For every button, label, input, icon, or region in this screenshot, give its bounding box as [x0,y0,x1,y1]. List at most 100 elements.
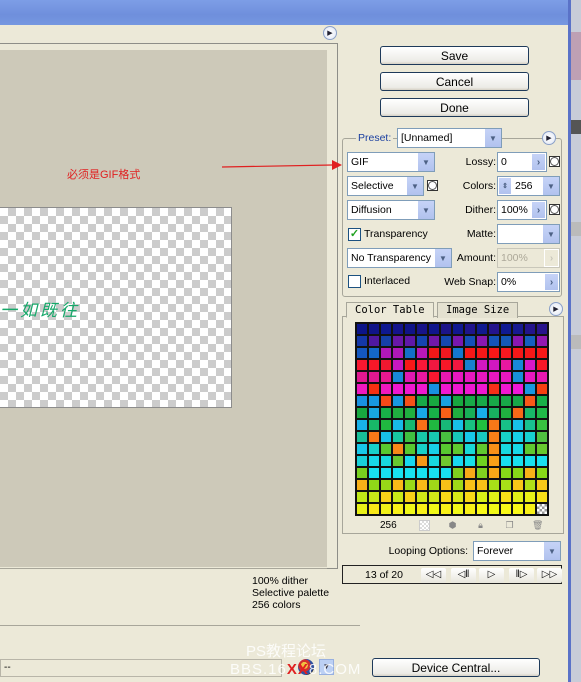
color-swatch[interactable] [488,431,500,443]
color-swatch[interactable] [392,431,404,443]
color-swatch[interactable] [416,443,428,455]
color-swatch[interactable] [416,395,428,407]
amount-input[interactable]: 100% › [497,248,560,268]
tab-image-size[interactable]: Image Size [437,302,519,318]
color-swatch[interactable] [404,503,416,515]
transparent-swatch[interactable] [536,503,548,515]
color-swatch[interactable] [356,395,368,407]
color-swatch[interactable] [356,335,368,347]
color-swatch[interactable] [488,479,500,491]
color-swatch[interactable] [368,479,380,491]
color-swatch[interactable] [476,443,488,455]
color-swatch[interactable] [464,455,476,467]
color-swatch[interactable] [500,479,512,491]
color-swatch[interactable] [356,503,368,515]
color-swatch[interactable] [392,479,404,491]
color-swatch[interactable] [452,503,464,515]
color-swatch[interactable] [476,419,488,431]
color-swatch[interactable] [464,359,476,371]
color-swatch[interactable] [440,467,452,479]
color-swatch[interactable] [368,395,380,407]
color-swatch[interactable] [404,371,416,383]
color-swatch[interactable] [452,455,464,467]
next-frame-button[interactable]: ‖▷ [509,568,534,583]
color-swatch[interactable] [536,395,548,407]
color-swatch[interactable] [368,467,380,479]
play-button[interactable]: ▷ [479,568,504,583]
color-swatch[interactable] [404,431,416,443]
color-swatch[interactable] [404,347,416,359]
color-swatch[interactable] [356,443,368,455]
color-swatch[interactable] [464,479,476,491]
color-swatch[interactable] [524,491,536,503]
image-preview[interactable]: 一如既往 [0,207,232,408]
color-swatch[interactable] [512,467,524,479]
color-swatch[interactable] [452,383,464,395]
color-swatch[interactable] [500,407,512,419]
color-swatch[interactable] [452,443,464,455]
color-swatch[interactable] [452,395,464,407]
color-swatch[interactable] [476,323,488,335]
color-swatch[interactable] [476,407,488,419]
color-swatch[interactable] [356,359,368,371]
color-swatch[interactable] [380,335,392,347]
color-swatch[interactable] [452,371,464,383]
color-swatch[interactable] [488,347,500,359]
color-swatch[interactable] [464,323,476,335]
color-swatch[interactable] [356,431,368,443]
color-swatch[interactable] [500,359,512,371]
color-swatch[interactable] [428,371,440,383]
color-swatch[interactable] [536,479,548,491]
color-swatch[interactable] [476,467,488,479]
color-swatch[interactable] [416,431,428,443]
transparency-checkbox[interactable]: ✓ [348,228,361,241]
color-swatch[interactable] [524,407,536,419]
color-swatch[interactable] [536,335,548,347]
color-swatch[interactable] [404,491,416,503]
color-swatch[interactable] [440,455,452,467]
color-swatch[interactable] [512,491,524,503]
color-swatch[interactable] [404,323,416,335]
color-swatch[interactable] [416,383,428,395]
color-swatch[interactable] [416,359,428,371]
color-swatch[interactable] [416,491,428,503]
interlaced-checkbox[interactable] [348,275,361,288]
previous-frame-button[interactable]: ◁‖ [451,568,476,583]
color-swatch[interactable] [428,419,440,431]
color-swatch[interactable] [392,383,404,395]
color-swatch[interactable] [488,503,500,515]
color-swatch[interactable] [380,359,392,371]
color-swatch[interactable] [428,347,440,359]
color-swatch[interactable] [380,467,392,479]
color-swatch[interactable] [464,371,476,383]
color-swatch[interactable] [536,371,548,383]
color-swatch[interactable] [488,443,500,455]
chevron-right-icon[interactable]: › [544,273,559,291]
color-swatch[interactable] [476,503,488,515]
tab-color-table[interactable]: Color Table [346,302,434,318]
color-swatch[interactable] [356,491,368,503]
dither-mask-button[interactable] [549,204,560,215]
color-swatch[interactable] [500,443,512,455]
stepper-icon[interactable]: ⇕ [498,177,512,195]
color-swatch[interactable] [512,419,524,431]
lossy-mask-button[interactable] [549,156,560,167]
color-swatch[interactable] [500,467,512,479]
preset-select[interactable]: [Unnamed] ▼ [397,128,502,148]
color-swatch[interactable] [524,395,536,407]
color-swatch[interactable] [536,407,548,419]
color-swatch[interactable] [380,491,392,503]
color-swatch[interactable] [524,323,536,335]
color-swatch[interactable] [440,491,452,503]
color-swatch[interactable] [512,323,524,335]
color-swatch[interactable] [368,383,380,395]
device-central-button[interactable]: Device Central... [372,658,540,677]
color-swatch[interactable] [488,491,500,503]
color-swatch[interactable] [464,347,476,359]
color-swatch[interactable] [440,323,452,335]
color-swatch[interactable] [428,443,440,455]
color-swatch[interactable] [500,335,512,347]
color-swatch[interactable] [500,419,512,431]
color-swatch[interactable] [428,407,440,419]
color-swatch[interactable] [524,503,536,515]
